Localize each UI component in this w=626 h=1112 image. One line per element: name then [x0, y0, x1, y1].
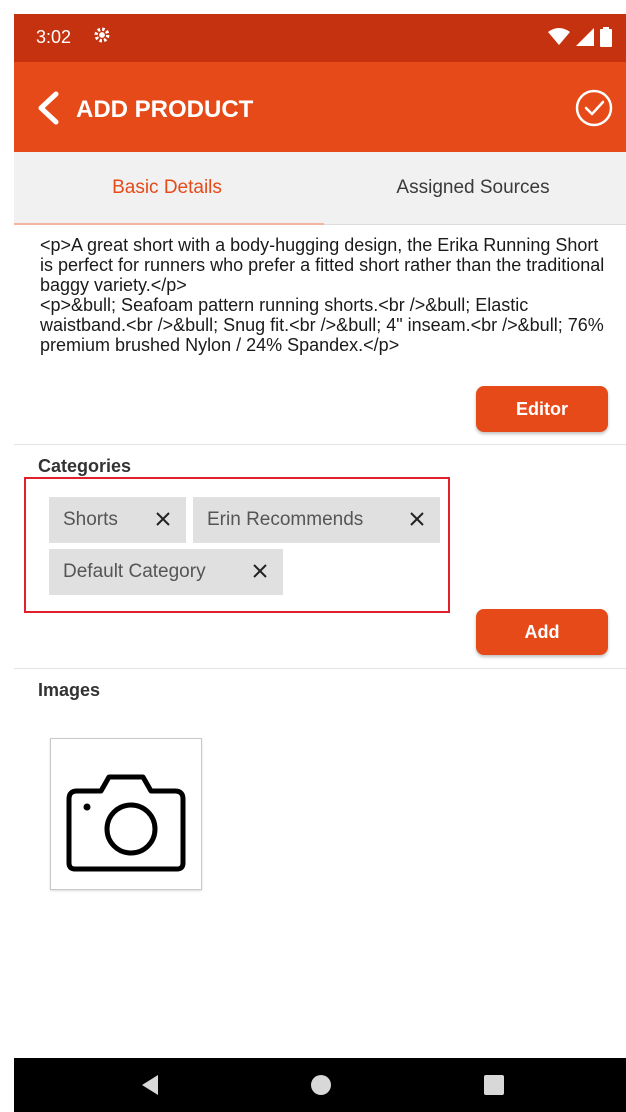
status-time: 3:02	[36, 27, 72, 47]
device-screen: 3:02 ADD PRODUCT Basic Details Assigned …	[14, 14, 626, 1112]
divider	[14, 444, 626, 445]
categories-chip-group: Shorts Erin Recommends Default Category	[24, 477, 450, 613]
categories-label: Categories	[38, 456, 132, 476]
tab-basic-details[interactable]: Basic Details	[14, 152, 324, 225]
app-bar: ADD PRODUCT	[14, 62, 626, 152]
close-icon[interactable]	[408, 510, 426, 528]
signal-icon	[576, 28, 594, 46]
camera-icon	[66, 774, 186, 872]
images-label: Images	[38, 680, 101, 700]
divider	[14, 668, 626, 669]
gear-icon	[94, 27, 110, 43]
home-circle-icon[interactable]	[309, 1073, 333, 1097]
editor-button[interactable]: Editor	[476, 386, 608, 432]
description-text: <p>A great short with a body-hugging des…	[40, 235, 605, 355]
category-chip-label: Shorts	[63, 509, 118, 530]
tab-assigned-sources[interactable]: Assigned Sources	[320, 152, 626, 224]
status-icons	[548, 27, 612, 47]
add-image-tile[interactable]	[50, 738, 202, 890]
recents-square-icon[interactable]	[482, 1073, 506, 1097]
status-bar: 3:02	[14, 14, 626, 62]
close-icon[interactable]	[251, 562, 269, 580]
page-title: ADD PRODUCT	[76, 96, 254, 123]
back-triangle-icon[interactable]	[138, 1073, 162, 1097]
category-chip: Default Category	[49, 549, 283, 595]
category-chip-label: Erin Recommends	[207, 509, 364, 530]
tab-bar: Basic Details Assigned Sources	[14, 152, 626, 225]
chevron-left-icon[interactable]	[28, 88, 68, 128]
check-circle-icon[interactable]	[574, 88, 614, 128]
wifi-icon	[548, 28, 570, 45]
system-nav-bar	[14, 1058, 626, 1112]
close-icon[interactable]	[154, 510, 172, 528]
category-chip-label: Default Category	[63, 561, 206, 582]
add-category-button[interactable]: Add	[476, 609, 608, 655]
battery-icon	[600, 27, 612, 47]
category-chip: Erin Recommends	[193, 497, 440, 543]
category-chip: Shorts	[49, 497, 186, 543]
